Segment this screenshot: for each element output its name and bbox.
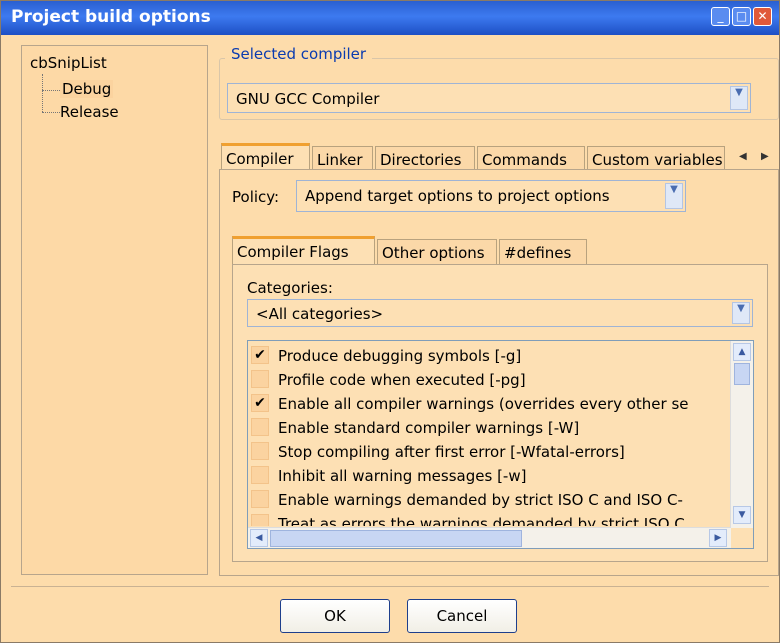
tab-scroll-right-icon[interactable]: ▶ <box>761 151 769 162</box>
checkbox[interactable]: ✔ <box>251 394 269 412</box>
compiler-flags-list[interactable]: ✔ Produce debugging symbols [-g] Profile… <box>247 340 754 549</box>
checkbox[interactable]: ✔ <box>251 346 269 364</box>
list-item[interactable]: ✔ Enable all compiler warnings (override… <box>248 392 728 416</box>
compiler-select[interactable]: GNU GCC Compiler ▼ <box>227 83 751 113</box>
flag-label: Enable standard compiler warnings [-W] <box>278 419 580 437</box>
subtab-defines[interactable]: #defines <box>499 239 587 265</box>
chevron-down-icon[interactable]: ▼ <box>732 302 750 324</box>
project-build-options-window: Project build options _ □ ✕ cbSnipList D… <box>0 0 780 643</box>
divider <box>11 586 769 587</box>
tree-connector <box>42 74 43 112</box>
scroll-thumb[interactable] <box>270 530 522 547</box>
tree-connector <box>42 90 60 91</box>
chevron-down-icon[interactable]: ▼ <box>730 86 748 110</box>
scroll-right-icon[interactable]: ▶ <box>709 529 727 547</box>
flag-label: Produce debugging symbols [-g] <box>278 347 522 365</box>
flag-label: Inhibit all warning messages [-w] <box>278 467 527 485</box>
subtab-compiler-flags[interactable]: Compiler Flags <box>232 236 375 265</box>
list-item[interactable]: Enable warnings demanded by strict ISO C… <box>248 488 728 512</box>
flag-label: Profile code when executed [-pg] <box>278 371 526 389</box>
selected-compiler-label: Selected compiler <box>225 45 373 63</box>
scroll-left-icon[interactable]: ◀ <box>250 529 268 547</box>
ok-button[interactable]: OK <box>280 599 390 633</box>
flag-label: Enable warnings demanded by strict ISO C… <box>278 491 683 509</box>
target-tree[interactable]: cbSnipList Debug Release <box>21 45 208 575</box>
tree-root-cbsniplist[interactable]: cbSnipList <box>30 54 107 72</box>
compiler-select-value: GNU GCC Compiler <box>236 90 380 108</box>
scroll-thumb[interactable] <box>734 363 750 385</box>
list-item[interactable]: Stop compiling after first error [-Wfata… <box>248 440 728 464</box>
list-item[interactable]: ✔ Produce debugging symbols [-g] <box>248 344 728 368</box>
flag-label: Treat as errors the warnings demanded by… <box>278 515 685 526</box>
policy-label: Policy: <box>232 188 280 206</box>
tab-compiler[interactable]: Compiler <box>221 143 310 172</box>
checkbox[interactable] <box>251 370 269 388</box>
flag-label: Stop compiling after first error [-Wfata… <box>278 443 625 461</box>
horizontal-scrollbar[interactable]: ◀ ▶ <box>248 527 731 548</box>
close-icon[interactable]: ✕ <box>753 7 772 26</box>
categories-select[interactable]: <All categories> ▼ <box>247 299 753 327</box>
cancel-button[interactable]: Cancel <box>407 599 517 633</box>
minimize-icon[interactable]: _ <box>711 7 730 26</box>
policy-select[interactable]: Append target options to project options… <box>296 180 686 212</box>
flag-label: Enable all compiler warnings (overrides … <box>278 395 689 413</box>
checkbox[interactable] <box>251 442 269 460</box>
categories-select-value: <All categories> <box>256 305 384 323</box>
tab-scroll-left-icon[interactable]: ◀ <box>739 151 747 162</box>
checkbox[interactable] <box>251 466 269 484</box>
maximize-icon[interactable]: □ <box>732 7 751 26</box>
scroll-down-icon[interactable]: ▼ <box>733 506 751 524</box>
list-item[interactable]: Inhibit all warning messages [-w] <box>248 464 728 488</box>
list-item[interactable]: Profile code when executed [-pg] <box>248 368 728 392</box>
list-item[interactable]: Enable standard compiler warnings [-W] <box>248 416 728 440</box>
tree-item-release[interactable]: Release <box>60 103 119 121</box>
title-bar: Project build options _ □ ✕ <box>1 1 779 35</box>
categories-label: Categories: <box>247 279 333 297</box>
checkbox[interactable] <box>251 514 269 526</box>
subtab-other-options[interactable]: Other options <box>377 239 497 265</box>
policy-select-value: Append target options to project options <box>305 187 610 205</box>
list-item[interactable]: Treat as errors the warnings demanded by… <box>248 512 728 526</box>
window-title: Project build options <box>11 7 211 27</box>
checkbox[interactable] <box>251 418 269 436</box>
checkbox[interactable] <box>251 490 269 508</box>
tree-connector <box>42 112 60 113</box>
scroll-up-icon[interactable]: ▲ <box>733 343 751 361</box>
chevron-down-icon[interactable]: ▼ <box>665 183 683 209</box>
vertical-scrollbar[interactable]: ▲ ▼ <box>730 341 753 528</box>
tree-item-debug[interactable]: Debug <box>60 80 114 98</box>
